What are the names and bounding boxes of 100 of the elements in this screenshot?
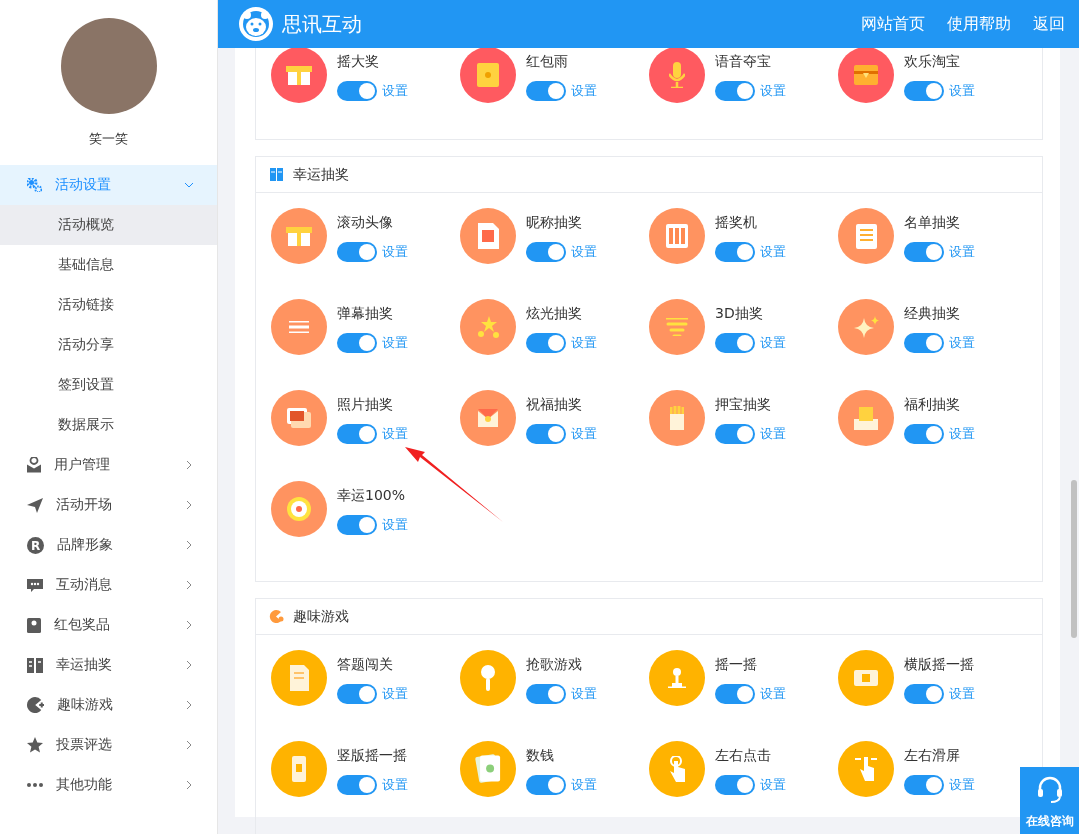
- toggle-switch[interactable]: [526, 684, 566, 704]
- settings-link[interactable]: 设置: [949, 425, 975, 443]
- feature-badge[interactable]: [838, 390, 894, 446]
- toggle-switch[interactable]: [715, 333, 755, 353]
- menu-item[interactable]: 用户管理: [0, 445, 217, 485]
- menu-item[interactable]: 投票评选: [0, 725, 217, 765]
- feature-badge[interactable]: [649, 48, 705, 103]
- settings-link[interactable]: 设置: [571, 776, 597, 794]
- menu-item[interactable]: 互动消息: [0, 565, 217, 605]
- toggle-switch[interactable]: [337, 242, 377, 262]
- toggle-switch[interactable]: [904, 684, 944, 704]
- submenu-item[interactable]: 数据展示: [0, 405, 217, 445]
- settings-link[interactable]: 设置: [382, 685, 408, 703]
- settings-link[interactable]: 设置: [760, 425, 786, 443]
- settings-link[interactable]: 设置: [382, 82, 408, 100]
- feature-badge[interactable]: [838, 741, 894, 797]
- menu-item[interactable]: 趣味游戏: [0, 685, 217, 725]
- feature-name: 押宝抽奖: [715, 396, 772, 412]
- toggle-switch[interactable]: [715, 424, 755, 444]
- feature-badge[interactable]: [838, 650, 894, 706]
- toggle-switch[interactable]: [904, 81, 944, 101]
- settings-link[interactable]: 设置: [382, 776, 408, 794]
- settings-link[interactable]: 设置: [382, 243, 408, 261]
- toggle-switch[interactable]: [526, 775, 566, 795]
- feature-badge[interactable]: [649, 390, 705, 446]
- nav-link[interactable]: 使用帮助: [947, 13, 1011, 35]
- settings-link[interactable]: 设置: [571, 425, 597, 443]
- settings-link[interactable]: 设置: [571, 243, 597, 261]
- feature-badge[interactable]: [460, 208, 516, 264]
- toggle-switch[interactable]: [715, 775, 755, 795]
- feature-badge[interactable]: [649, 299, 705, 355]
- stars-icon: [477, 316, 499, 338]
- feature-badge[interactable]: [271, 299, 327, 355]
- toggle-switch[interactable]: [337, 515, 377, 535]
- menu-item[interactable]: 活动设置: [0, 165, 217, 205]
- feature-badge[interactable]: [460, 48, 516, 103]
- settings-link[interactable]: 设置: [949, 685, 975, 703]
- toggle-switch[interactable]: [904, 333, 944, 353]
- toggle-switch[interactable]: [526, 424, 566, 444]
- settings-link[interactable]: 设置: [949, 82, 975, 100]
- nav-link[interactable]: 网站首页: [861, 13, 925, 35]
- feature-badge[interactable]: [460, 650, 516, 706]
- settings-link[interactable]: 设置: [760, 685, 786, 703]
- feature-badge[interactable]: [649, 208, 705, 264]
- settings-link[interactable]: 设置: [571, 82, 597, 100]
- toggle-switch[interactable]: [337, 81, 377, 101]
- feature-badge[interactable]: [838, 48, 894, 103]
- menu-item[interactable]: 幸运抽奖: [0, 645, 217, 685]
- settings-link[interactable]: 设置: [571, 334, 597, 352]
- toggle-switch[interactable]: [904, 775, 944, 795]
- settings-link[interactable]: 设置: [949, 243, 975, 261]
- consult-button[interactable]: 在线咨询: [1020, 767, 1079, 834]
- submenu-item[interactable]: 签到设置: [0, 365, 217, 405]
- menu-item[interactable]: 其他功能: [0, 765, 217, 805]
- toggle-switch[interactable]: [715, 81, 755, 101]
- settings-link[interactable]: 设置: [949, 334, 975, 352]
- feature-badge[interactable]: [460, 299, 516, 355]
- feature-badge[interactable]: [460, 390, 516, 446]
- scrollbar-thumb[interactable]: [1071, 480, 1077, 638]
- feature-badge[interactable]: [838, 299, 894, 355]
- submenu-item[interactable]: 活动分享: [0, 325, 217, 365]
- settings-link[interactable]: 设置: [382, 425, 408, 443]
- settings-link[interactable]: 设置: [571, 685, 597, 703]
- settings-link[interactable]: 设置: [382, 516, 408, 534]
- settings-link[interactable]: 设置: [760, 776, 786, 794]
- joystick-icon: [668, 668, 686, 688]
- feature-badge[interactable]: [271, 650, 327, 706]
- settings-link[interactable]: 设置: [382, 334, 408, 352]
- menu-item[interactable]: R 品牌形象: [0, 525, 217, 565]
- toggle-switch[interactable]: [337, 775, 377, 795]
- feature-badge[interactable]: [649, 741, 705, 797]
- feature-badge[interactable]: [460, 741, 516, 797]
- nav-link[interactable]: 返回: [1033, 13, 1065, 35]
- toggle-switch[interactable]: [337, 684, 377, 704]
- settings-link[interactable]: 设置: [760, 334, 786, 352]
- menu-item[interactable]: 红包奖品: [0, 605, 217, 645]
- submenu-item[interactable]: 活动概览: [0, 205, 217, 245]
- feature-badge[interactable]: [838, 208, 894, 264]
- toggle-switch[interactable]: [715, 684, 755, 704]
- feature-badge[interactable]: [271, 48, 327, 103]
- toggle-switch[interactable]: [526, 81, 566, 101]
- feature-badge[interactable]: [271, 741, 327, 797]
- menu-item[interactable]: 活动开场: [0, 485, 217, 525]
- toggle-switch[interactable]: [337, 333, 377, 353]
- settings-link[interactable]: 设置: [949, 776, 975, 794]
- toggle-switch[interactable]: [526, 333, 566, 353]
- submenu-item[interactable]: 活动链接: [0, 285, 217, 325]
- feature-badge[interactable]: [649, 650, 705, 706]
- feature-badge[interactable]: [271, 481, 327, 537]
- feature-badge[interactable]: [271, 208, 327, 264]
- toggle-switch[interactable]: [904, 424, 944, 444]
- settings-link[interactable]: 设置: [760, 243, 786, 261]
- star-icon: [27, 737, 43, 753]
- submenu-item[interactable]: 基础信息: [0, 245, 217, 285]
- toggle-switch[interactable]: [526, 242, 566, 262]
- settings-link[interactable]: 设置: [760, 82, 786, 100]
- toggle-switch[interactable]: [715, 242, 755, 262]
- feature-badge[interactable]: [271, 390, 327, 446]
- toggle-switch[interactable]: [337, 424, 377, 444]
- toggle-switch[interactable]: [904, 242, 944, 262]
